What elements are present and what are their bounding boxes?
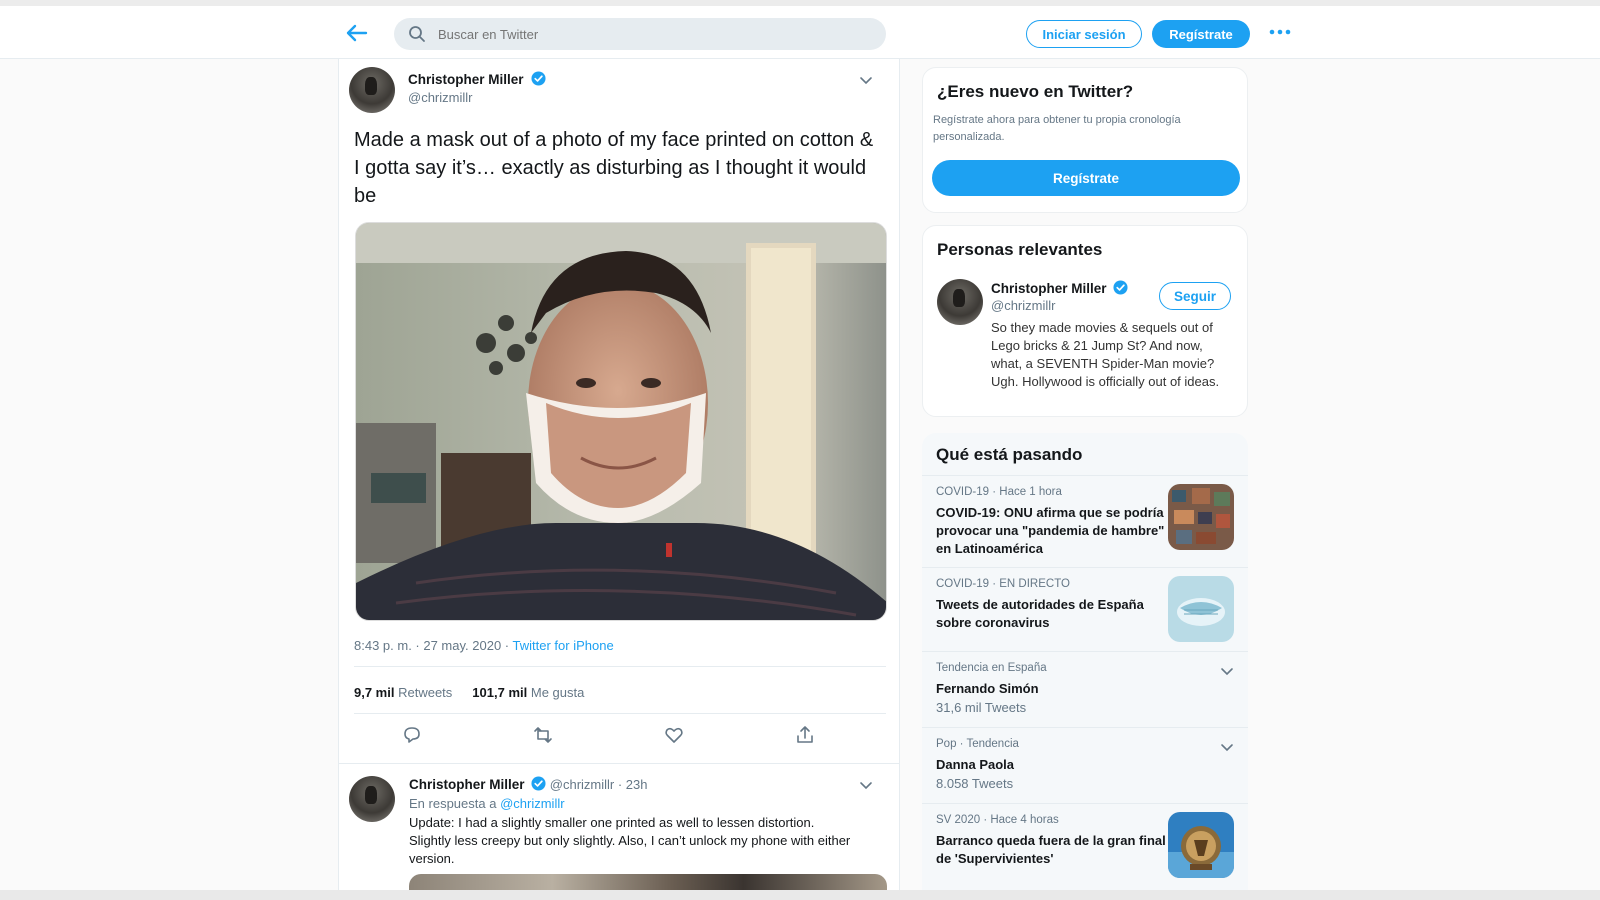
verified-icon [1113,280,1128,295]
author-avatar[interactable] [349,67,395,113]
relevant-people-card: Personas relevantes Christopher Miller @… [922,225,1248,417]
likes-stat[interactable]: 101,7 mil Me gusta [472,685,584,700]
tweet-actions [339,716,899,756]
reply-text: Update: I had a slightly smaller one pri… [409,815,851,866]
reply-icon[interactable] [401,724,423,746]
new-to-twitter-card: ¿Eres nuevo en Twitter? Regístrate ahora… [922,67,1248,213]
reply-author-handle[interactable]: @chrizmillr [550,777,614,792]
page: Iniciar sesión Regístrate Christopher Mi… [0,0,1600,900]
person-name[interactable]: Christopher Miller [991,281,1107,296]
chevron-down-icon[interactable] [1220,740,1234,752]
divider [354,713,886,714]
reply-author-avatar[interactable] [349,776,395,822]
person-avatar[interactable] [937,279,983,325]
verified-icon [531,776,546,791]
trend-count: 8.058 Tweets [936,776,1014,791]
trends-title: Qué está pasando [936,445,1083,464]
author-handle[interactable]: @chrizmillr [408,90,472,105]
reply-time[interactable]: · 23h [618,777,648,792]
login-button[interactable]: Iniciar sesión [1026,20,1142,48]
tweet-timestamp[interactable]: 8:43 p. m. · 27 may. 2020 · [354,638,509,653]
person-handle[interactable]: @chrizmillr [991,298,1055,313]
trend-item[interactable]: Tendencia en España Fernando Simón 31,6 … [922,651,1248,727]
trend-category: Tendencia en España [936,662,1047,674]
reply-author-name[interactable]: Christopher Miller [409,777,525,792]
trend-item[interactable]: COVID-19 · EN DIRECTO Tweets de autorida… [922,567,1248,651]
trend-title: Fernando Simón [936,681,1039,696]
new-to-twitter-title: ¿Eres nuevo en Twitter? [937,82,1134,101]
trend-title: Tweets de autoridades de España sobre co… [936,597,1144,630]
author-name[interactable]: Christopher Miller [408,72,524,87]
retweets-stat[interactable]: 9,7 mil Retweets [354,685,452,700]
trend-title: Barranco queda fuera de la gran final de… [936,833,1166,866]
retweets-count: 9,7 mil [354,685,395,700]
trend-count: 31,6 mil Tweets [936,700,1027,715]
chevron-down-icon[interactable] [859,778,873,790]
trend-category: Pop · Tendencia [936,738,1019,750]
search-box[interactable] [394,18,886,50]
trend-category: COVID-19 · Hace 1 hora [936,486,1062,498]
trends-card: Qué está pasando COVID-19 · Hace 1 hora … [922,433,1248,900]
new-to-twitter-description: Regístrate ahora para obtener tu propia … [933,114,1181,143]
trend-item[interactable]: SV 2020 · Hace 4 horas Barranco queda fu… [922,803,1248,900]
reply-header: Christopher Miller @chrizmillr · 23h [409,776,648,792]
reply-to-handle-link[interactable]: @chrizmillr [500,796,564,811]
retweets-label: Retweets [398,685,453,700]
verified-icon [531,71,546,86]
chevron-down-icon[interactable] [859,73,873,85]
trend-title: Danna Paola [936,757,1015,772]
chevron-down-icon[interactable] [1220,664,1234,676]
signup-button-large[interactable]: Regístrate [932,160,1240,196]
tweet-stats: 9,7 mil Retweets 101,7 mil Me gusta [354,685,584,700]
relevant-people-title: Personas relevantes [937,240,1103,259]
person-bio: So they made movies & sequels out of Leg… [991,320,1220,389]
trend-category: COVID-19 · EN DIRECTO [936,578,1070,590]
top-bar: Iniciar sesión Regístrate [0,6,1600,59]
search-icon [408,25,426,43]
bottom-border [0,890,1600,900]
author-info: Christopher Miller [408,71,546,89]
tweet-column: Christopher Miller @chrizmillr Made a ma… [338,59,900,900]
more-dots-icon[interactable] [1268,22,1292,42]
likes-label: Me gusta [530,685,585,700]
signup-button[interactable]: Regístrate [1152,20,1250,48]
trend-category: SV 2020 · Hace 4 horas [936,814,1059,826]
tweet-source-link[interactable]: Twitter for iPhone [513,638,614,653]
trend-item[interactable]: Pop · Tendencia Danna Paola 8.058 Tweets [922,727,1248,803]
search-input[interactable] [438,26,858,42]
reply-to-label: En respuesta a [409,796,497,811]
trend-thumbnail [1168,812,1234,878]
person-name-row: Christopher Miller [991,280,1128,296]
tweet-photo[interactable] [355,222,887,621]
like-icon[interactable] [663,724,685,746]
follow-button[interactable]: Seguir [1159,282,1231,310]
tweet-meta: 8:43 p. m. · 27 may. 2020 · Twitter for … [354,638,614,653]
trend-thumbnail [1168,484,1234,550]
tweet-text: Made a mask out of a photo of my face pr… [354,129,874,207]
trend-title: COVID-19: ONU afirma que se podría provo… [936,505,1165,556]
reply-tweet[interactable]: Christopher Miller @chrizmillr · 23h En … [339,763,899,900]
back-arrow-icon[interactable] [344,22,370,44]
retweet-icon[interactable] [532,724,554,746]
reply-context: En respuesta a @chrizmillr [409,796,565,811]
trend-item[interactable]: COVID-19 · Hace 1 hora COVID-19: ONU afi… [922,475,1248,567]
likes-count: 101,7 mil [472,685,528,700]
share-icon[interactable] [794,724,816,746]
divider [354,666,886,667]
trend-thumbnail [1168,576,1234,642]
